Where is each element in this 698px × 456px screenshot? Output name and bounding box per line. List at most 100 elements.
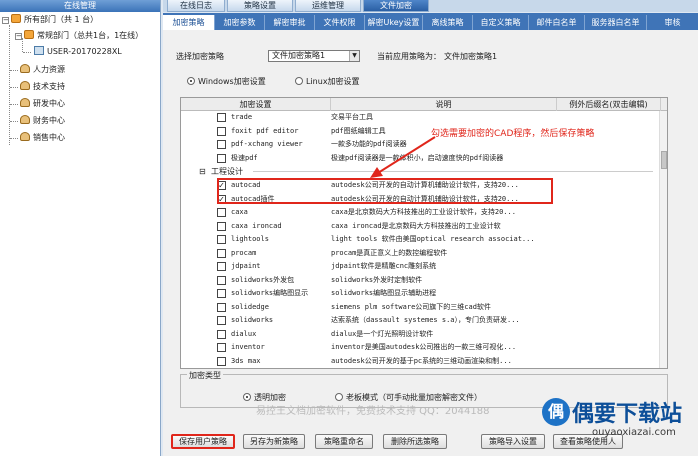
program-description: solidworks外发时定制软件 xyxy=(331,275,423,284)
program-description: 达索系统（dassault systemes s.a），专门负责研发... xyxy=(331,316,520,324)
checkbox-icon[interactable] xyxy=(217,140,226,149)
scrollbar-thumb[interactable] xyxy=(661,151,667,169)
table-row[interactable]: procam procam是真正意义上的数控编程软件 xyxy=(181,247,661,260)
tab-custom-policy[interactable]: 自定义策略 xyxy=(473,15,529,30)
tree-node-rd[interactable]: 研发中心 xyxy=(20,97,65,111)
table-row[interactable]: caxa caxa是北京数码大方科技推出的工业设计软件，支持20... xyxy=(181,206,661,219)
checkbox-icon[interactable] xyxy=(217,289,226,298)
table-row[interactable]: dialux dialux是一个灯光照明设计软件 xyxy=(181,328,661,341)
table-row[interactable]: solidedge siemens plm software公司旗下的三维cad软… xyxy=(181,301,661,314)
column-header[interactable]: 加密设置 xyxy=(181,98,331,111)
tree-node-computer[interactable]: USER-20170228XL xyxy=(34,45,122,59)
save-as-new-policy-button[interactable]: 另存为新策略 xyxy=(243,434,305,449)
table-row[interactable]: lightools light tools 软件由美国optical resear… xyxy=(181,233,661,246)
tab-file-encryption[interactable]: 文件加密 xyxy=(363,0,429,12)
chevron-down-icon: ▼ xyxy=(349,51,359,61)
tab-offline-policy[interactable]: 离线策略 xyxy=(423,15,473,30)
checkbox-icon[interactable] xyxy=(217,248,226,258)
radio-selected-icon[interactable] xyxy=(187,77,195,85)
table-row[interactable]: 3ds max autodesk公司开发的基于pc系统的三维动画渲染和制... xyxy=(181,355,661,368)
rename-policy-button[interactable]: 策略重命名 xyxy=(315,434,373,449)
table-row[interactable]: jdpaint jdpaint软件是精雕cnc雕刻系统 xyxy=(181,260,661,273)
checkbox-icon[interactable] xyxy=(217,302,226,312)
radio-icon[interactable] xyxy=(335,393,343,401)
program-name: jdpaint xyxy=(231,262,261,270)
checkbox-icon[interactable] xyxy=(217,221,226,231)
program-name: dialux xyxy=(231,329,257,338)
program-name: lightools xyxy=(231,235,269,243)
highlight-box xyxy=(217,178,553,204)
windows-option[interactable]: Windows加密设置 xyxy=(187,76,266,87)
tab-encryption-params[interactable]: 加密参数 xyxy=(215,15,265,30)
checkbox-icon[interactable] xyxy=(217,208,226,217)
transparent-encryption-option[interactable]: 透明加密 xyxy=(243,392,286,403)
sub-tab-bar: 加密策略 加密参数 解密审批 文件权限 解密Ukey设置 离线策略 自定义策略 … xyxy=(163,13,698,30)
group-row-engineering[interactable]: ⊟ 工程设计 xyxy=(181,165,661,178)
linux-option[interactable]: Linux加密设置 xyxy=(295,76,360,87)
program-description: inventor是美国autodesk公司推出的一款三维可视化... xyxy=(331,343,517,351)
program-description: caxa是北京数码大方科技推出的工业设计软件，支持20... xyxy=(331,208,516,216)
delete-policy-button[interactable]: 删除所选策略 xyxy=(383,434,447,449)
tab-encryption-policy[interactable]: 加密策略 xyxy=(163,15,215,30)
program-name: 3ds max xyxy=(231,356,261,365)
tab-online-log[interactable]: 在线日志 xyxy=(167,0,225,12)
program-name: foxit pdf editor xyxy=(231,126,299,135)
checkbox-icon[interactable] xyxy=(217,316,226,325)
tab-mail-whitelist[interactable]: 邮件白名单 xyxy=(529,15,585,30)
checkbox-icon[interactable] xyxy=(217,126,226,136)
table-header: 加密设置 说明 例外后缀名(双击编辑) xyxy=(181,98,667,111)
tree-node-regular-dept[interactable]: − 常规部门（总共1台，1在线） xyxy=(15,29,143,43)
tree-node-all[interactable]: − 所有部门（共 1 台） xyxy=(2,13,98,27)
tab-file-permission[interactable]: 文件权限 xyxy=(315,15,365,30)
table-row[interactable]: solidworks编略图显示 solidworks编略图显示辅助进程 xyxy=(181,287,661,300)
tab-ukey-settings[interactable]: 解密Ukey设置 xyxy=(365,15,423,30)
tab-ops-management[interactable]: 运维管理 xyxy=(295,0,361,12)
policy-dropdown[interactable]: 文件加密策略1 ▼ xyxy=(268,50,360,62)
checkbox-icon[interactable] xyxy=(217,356,226,366)
tab-policy-settings[interactable]: 策略设置 xyxy=(227,0,293,12)
radio-selected-icon[interactable] xyxy=(243,393,251,401)
program-description: 一款多功能的pdf阅读器 xyxy=(331,140,407,148)
column-header[interactable]: 例外后缀名(双击编辑) xyxy=(557,98,661,111)
user-icon xyxy=(20,115,30,124)
tree-node-finance[interactable]: 财务中心 xyxy=(20,114,65,128)
policy-content: 选择加密策略 文件加密策略1 ▼ 当前应用策略为： 文件加密策略1 Windows… xyxy=(163,30,698,456)
program-name: pdf-xchang viewer xyxy=(231,140,303,148)
panel-title: 在线管理 xyxy=(0,0,160,12)
import-policy-button[interactable]: 策略导入设置 xyxy=(481,434,545,449)
boss-mode-option[interactable]: 老板模式（可手动批量加密解密文件） xyxy=(335,392,482,403)
collapse-icon[interactable]: − xyxy=(15,33,22,40)
column-header[interactable]: 说明 xyxy=(331,98,557,111)
table-row[interactable]: 极速pdf 极速pdf阅读器是一款体积小，启动速度快的pdf阅读器 xyxy=(181,152,661,165)
table-row[interactable]: solidworks 达索系统（dassault systemes s.a），专门… xyxy=(181,314,661,327)
user-icon xyxy=(20,81,30,90)
tree-node-sales[interactable]: 销售中心 xyxy=(20,131,65,145)
checkbox-icon[interactable] xyxy=(217,262,226,271)
checkbox-icon[interactable] xyxy=(217,235,226,244)
table-row[interactable]: trade 交易平台工具 xyxy=(181,111,661,124)
vertical-scrollbar[interactable] xyxy=(659,111,667,368)
radio-icon[interactable] xyxy=(295,77,303,85)
program-description: caxa ironcad是北京数码大方科技推出的工业设计软 xyxy=(331,221,501,230)
table-row[interactable]: solidworks外发包 solidworks外发时定制软件 xyxy=(181,274,661,287)
tab-audit[interactable]: 审核 xyxy=(647,15,698,30)
table-row[interactable]: inventor inventor是美国autodesk公司推出的一款三维可视化.… xyxy=(181,341,661,354)
save-user-policy-button[interactable]: 保存用户策略 xyxy=(171,434,235,449)
current-policy-label: 当前应用策略为： 文件加密策略1 xyxy=(377,52,498,61)
tree-node-tech[interactable]: 技术支持 xyxy=(20,80,65,94)
checkbox-icon[interactable] xyxy=(217,153,226,163)
tree-node-hr[interactable]: 人力资源 xyxy=(20,63,65,77)
table-row[interactable]: caxa ironcad caxa ironcad是北京数码大方科技推出的工业设计… xyxy=(181,220,661,233)
checkbox-icon[interactable] xyxy=(217,113,226,122)
logo-icon: 偶 xyxy=(542,398,570,426)
checkbox-icon[interactable] xyxy=(217,343,226,352)
checkbox-icon[interactable] xyxy=(217,275,226,285)
checkbox-icon[interactable] xyxy=(217,329,226,339)
tab-server-whitelist[interactable]: 服务器白名单 xyxy=(585,15,647,30)
table-row[interactable]: 3ds max渲染机autodesk公司开发的基于pc系统的三维动画渲染和制..… xyxy=(181,368,661,369)
collapse-icon[interactable]: − xyxy=(2,17,9,24)
tab-decrypt-approval[interactable]: 解密审批 xyxy=(265,15,315,30)
table-row[interactable]: pdf-xchang viewer 一款多功能的pdf阅读器 xyxy=(181,138,661,151)
collapse-icon[interactable]: ⊟ xyxy=(199,165,206,178)
department-tree-panel: 在线管理 − 所有部门（共 1 台） − 常规部门（总共1台，1在线） USER-2… xyxy=(0,0,161,456)
